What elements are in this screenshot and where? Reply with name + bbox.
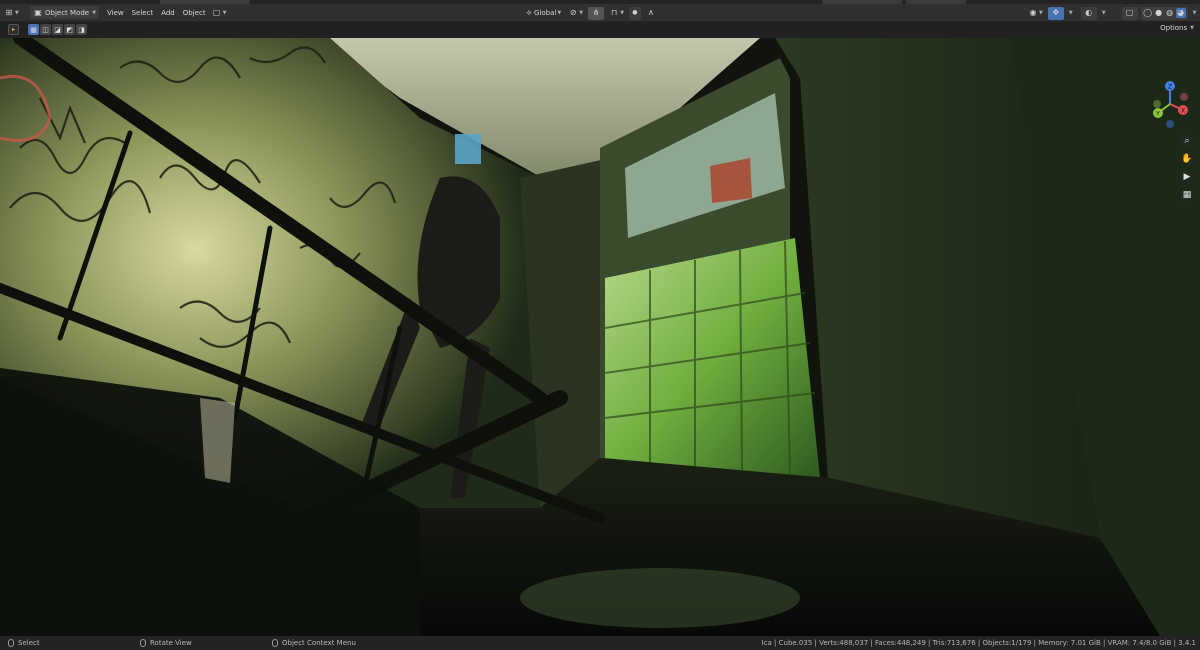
chevron-down-icon: ▼ <box>1068 10 1073 16</box>
menu-select[interactable]: Select <box>128 6 158 20</box>
chevron-down-icon: ▼ <box>1192 10 1197 16</box>
mouse-left-icon <box>8 639 14 647</box>
chevron-down-icon: ▼ <box>1101 10 1106 16</box>
select-invert-button[interactable]: ◩ <box>64 24 75 35</box>
pivot-point-dropdown[interactable]: ⊘ ▼ <box>566 6 585 20</box>
gizmo-z-label: Z <box>1168 84 1172 91</box>
cursor-tool-icon: ▸ <box>11 26 15 33</box>
options-label: Options <box>1160 24 1188 32</box>
select-subtract-button[interactable]: ◪ <box>52 24 63 35</box>
wireframe-icon[interactable]: ◯ <box>1143 8 1153 18</box>
shading-mode-group: ◯ ● ◍ ◕ <box>1140 6 1188 20</box>
snap-toggle[interactable]: ⋔ <box>588 6 605 20</box>
select-intersect-button[interactable]: ◨ <box>76 24 87 35</box>
visibility-icon: ◉ <box>1029 8 1037 17</box>
scene-statistics: Ica | Cube.035 | Verts:488,037 | Faces:4… <box>761 639 1196 647</box>
gizmo-toggle[interactable]: ✥ <box>1047 6 1064 20</box>
snap-target-icon: ⊓ <box>610 8 618 17</box>
grid-icon: ▦ <box>1182 190 1192 200</box>
status-right-click: Object Context Menu <box>272 639 356 647</box>
select-invert-icon: ◩ <box>66 25 73 34</box>
viewport-header: ⊞ ▼ ▣ Object Mode ▼ View Select Add Objec… <box>0 4 1200 22</box>
orientation-label: Global <box>534 9 557 17</box>
mouse-middle-icon <box>140 639 146 647</box>
ortho-toggle-button[interactable]: ▦ <box>1180 188 1194 202</box>
transform-orientation-dropdown[interactable]: ⟡ Global ▼ <box>522 6 563 20</box>
select-new-icon: ▦ <box>30 25 37 34</box>
chevron-down-icon: ▼ <box>15 9 19 16</box>
active-tool-button[interactable]: ▸ <box>8 24 19 35</box>
status-select-label: Select <box>18 639 40 647</box>
chevron-down-icon: ▼ <box>579 10 584 16</box>
tool-settings-row: ▸ ▦ ◫ ◪ ◩ ◨ Options ▼ <box>0 22 1200 38</box>
menu-object[interactable]: Object <box>179 6 210 20</box>
chevron-down-icon: ▼ <box>620 10 624 16</box>
rendered-scene <box>0 38 1200 636</box>
pan-icon: ✋ <box>1181 154 1193 164</box>
status-context-label: Object Context Menu <box>282 639 356 647</box>
orientation-icon: ⟡ <box>526 8 532 17</box>
navigation-gizmo[interactable]: Z X Y <box>1146 80 1194 128</box>
select-extend-icon: ◫ <box>42 25 49 34</box>
gizmo-y-label: Y <box>1155 111 1160 118</box>
solid-icon[interactable]: ● <box>1154 8 1164 18</box>
3d-viewport[interactable]: Z X Y ⌕ ✋ ▶ ▦ <box>0 38 1200 636</box>
chevron-down-icon: ▼ <box>222 9 227 16</box>
zoom-icon: ⌕ <box>1184 136 1190 146</box>
visibility-dropdown[interactable]: ◉ ▼ <box>1026 6 1045 20</box>
options-dropdown[interactable]: Options ▼ <box>1160 24 1194 32</box>
select-new-button[interactable]: ▦ <box>28 24 39 35</box>
proportional-editing-icon: ● <box>632 9 638 16</box>
select-intersect-icon: ◨ <box>78 25 85 34</box>
xray-toggle[interactable]: ▢ <box>1121 6 1138 20</box>
menu-add[interactable]: Add <box>157 6 179 20</box>
falloff-icon: ∧ <box>647 8 654 17</box>
pan-button[interactable]: ✋ <box>1180 152 1194 166</box>
material-preview-icon[interactable]: ◍ <box>1165 8 1175 18</box>
object-mode-icon: ▣ <box>34 7 42 17</box>
chevron-down-icon: ▼ <box>92 9 96 16</box>
chevron-down-icon: ▼ <box>557 10 562 16</box>
camera-icon: ▶ <box>1183 172 1191 182</box>
navigation-controls: ⌕ ✋ ▶ ▦ <box>1180 134 1194 202</box>
xray-icon: ▢ <box>1125 8 1134 17</box>
status-left-click: Select <box>8 639 40 647</box>
proportional-editing-toggle[interactable]: ● <box>628 6 641 20</box>
overlays-dropdown[interactable]: ▼ <box>1100 6 1107 20</box>
axis-gizmo-graphic: Z X Y <box>1153 81 1188 128</box>
shading-dropdown[interactable]: ▼ <box>1191 6 1198 20</box>
camera-button[interactable]: ▶ <box>1180 170 1194 184</box>
gizmo-x-label: X <box>1181 108 1185 115</box>
mouse-right-icon <box>272 639 278 647</box>
rendered-icon[interactable]: ◕ <box>1175 8 1186 18</box>
overlays-toggle[interactable]: ◐ <box>1080 6 1097 20</box>
chevron-down-icon: ▼ <box>1190 25 1194 31</box>
object-extra-dropdown[interactable]: ▢ ▼ <box>210 6 229 20</box>
select-extend-button[interactable]: ◫ <box>40 24 51 35</box>
gizmo-icon: ✥ <box>1052 8 1060 17</box>
status-bar: Select Rotate View Object Context Menu I… <box>0 636 1200 650</box>
viewport-icon: ⊞ <box>5 7 13 17</box>
snap-icon: ⋔ <box>592 8 600 17</box>
menu-view[interactable]: View <box>103 6 128 20</box>
status-rotate-label: Rotate View <box>150 639 192 647</box>
pivot-point-icon: ⊘ <box>569 8 577 17</box>
zoom-button[interactable]: ⌕ <box>1180 134 1194 148</box>
editor-type-selector[interactable]: ⊞ ▼ <box>0 6 28 20</box>
dropdown-icon: ▢ <box>212 7 221 17</box>
select-subtract-icon: ◪ <box>54 25 61 34</box>
mode-label: Object Mode <box>45 8 90 17</box>
snap-target-dropdown[interactable]: ⊓ ▼ <box>607 6 626 20</box>
gizmo-dropdown[interactable]: ▼ <box>1067 6 1074 20</box>
proportional-falloff-dropdown[interactable]: ∧ <box>644 6 658 20</box>
chevron-down-icon: ▼ <box>1039 10 1043 16</box>
overlays-icon: ◐ <box>1085 8 1093 17</box>
mode-dropdown[interactable]: ▣ Object Mode ▼ <box>30 6 99 19</box>
status-middle-click: Rotate View <box>140 639 192 647</box>
